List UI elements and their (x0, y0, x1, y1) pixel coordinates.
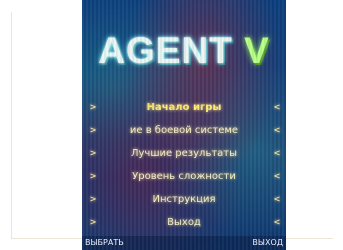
menu-item-difficulty[interactable]: > Уровень сложности < (82, 165, 286, 188)
menu-item-label: ие в боевой системе (129, 125, 239, 136)
left-border-line (11, 12, 12, 238)
arrow-right-icon: < (273, 102, 280, 113)
game-title-main: AGENT (98, 30, 233, 71)
arrow-right-icon: < (273, 194, 280, 205)
arrow-left-icon: > (90, 102, 97, 113)
menu-item-label: Лучшие результаты (130, 148, 238, 159)
menu-item-new-game[interactable]: > Начало игры < (82, 96, 286, 119)
menu-item-instructions[interactable]: > Инструкция < (82, 188, 286, 211)
arrow-left-icon: > (90, 194, 97, 205)
menu-item-label: Инструкция (152, 194, 216, 205)
game-screen: AGENT V > Начало игры < > ие в боевой си… (82, 0, 286, 250)
menu-item-high-scores[interactable]: > Лучшие результаты < (82, 142, 286, 165)
arrow-left-icon: > (90, 217, 97, 228)
menu-item-combat-system[interactable]: > ие в боевой системе < (82, 119, 286, 142)
game-title-accent: V (244, 30, 270, 71)
menu-item-label: Начало игры (146, 102, 222, 113)
arrow-right-icon: < (273, 125, 280, 136)
arrow-right-icon: < (273, 171, 280, 182)
softkey-select-button[interactable]: ВЫБРАТЬ (85, 236, 124, 250)
arrow-right-icon: < (273, 217, 280, 228)
softkey-exit-button[interactable]: ВЫХОД (252, 236, 283, 250)
menu-item-label: Уровень сложности (132, 171, 236, 182)
main-menu: > Начало игры < > ие в боевой системе < … (82, 96, 286, 234)
page-background: AGENT V > Начало игры < > ие в боевой си… (0, 0, 343, 250)
arrow-right-icon: < (273, 148, 280, 159)
arrow-left-icon: > (90, 148, 97, 159)
softkey-bar: ВЫБРАТЬ ВЫХОД (82, 236, 286, 250)
menu-item-exit[interactable]: > Выход < (82, 211, 286, 234)
game-title: AGENT V (82, 30, 286, 72)
arrow-left-icon: > (90, 171, 97, 182)
arrow-left-icon: > (90, 125, 97, 136)
menu-item-label: Выход (167, 217, 201, 228)
